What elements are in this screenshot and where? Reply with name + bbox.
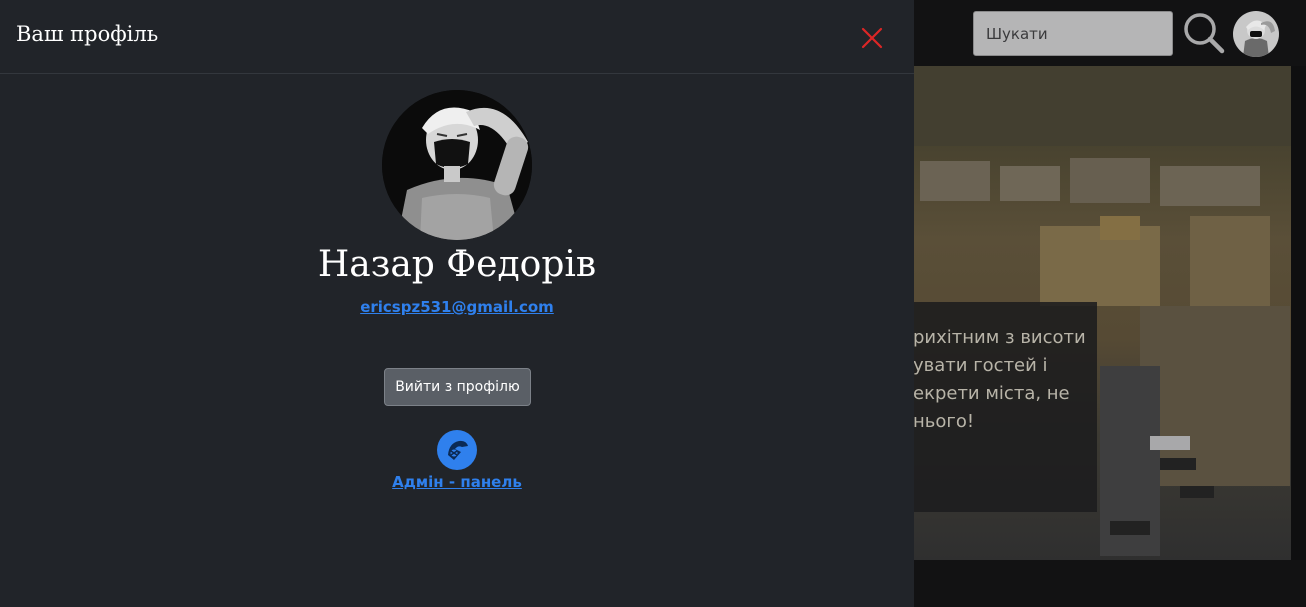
search-input[interactable] <box>973 11 1173 56</box>
profile-panel-title: Ваш профіль <box>16 22 159 46</box>
admin-panel-link[interactable]: Адмін - панель <box>392 473 522 491</box>
close-icon[interactable] <box>858 24 886 52</box>
profile-panel-header: Ваш профіль <box>0 0 914 74</box>
page-footer-strip <box>914 560 1306 607</box>
logout-button[interactable]: Вийти з профілю <box>384 368 531 406</box>
profile-panel: Ваш профіль Назар Федорів ericspz531@gma… <box>0 0 914 607</box>
admin-panel-icon[interactable] <box>437 430 477 470</box>
user-avatar <box>382 90 532 240</box>
hero-caption-text: рихітним з висоти увати гостей і екрети … <box>913 327 1086 432</box>
search-icon[interactable] <box>1183 12 1225 54</box>
hero-image: рихітним з висоти увати гостей і екрети … <box>900 66 1291 560</box>
user-name: Назар Федорів <box>317 244 597 285</box>
user-email-link[interactable]: ericspz531@gmail.com <box>360 298 554 316</box>
header-avatar[interactable] <box>1233 11 1279 57</box>
